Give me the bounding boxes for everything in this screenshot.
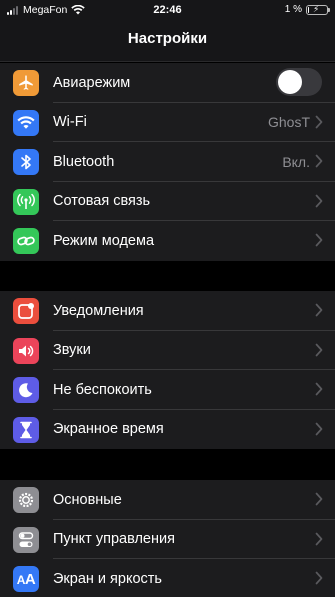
- settings-row-bluetooth[interactable]: Bluetooth Вкл.: [0, 142, 335, 182]
- settings-row-label: Экранное время: [53, 421, 164, 438]
- settings-row-label: Уведомления: [53, 302, 144, 319]
- charging-bolt-icon: ⚡: [313, 3, 320, 14]
- navigation-bar: Настройки: [0, 20, 335, 62]
- settings-row-label: Bluetooth: [53, 153, 115, 170]
- status-right: 1 % ⚡: [284, 3, 330, 15]
- text-size-icon: AA: [13, 566, 39, 592]
- gear-icon: [13, 487, 39, 513]
- chevron-right-icon: [315, 115, 323, 129]
- page-title: Настройки: [127, 30, 208, 47]
- chevron-right-icon: [315, 422, 323, 436]
- toggle-knob: [278, 70, 302, 94]
- settings-row-moon[interactable]: Не беспокоить: [0, 370, 335, 410]
- settings-row-wifi[interactable]: Wi-Fi GhosT: [0, 103, 335, 142]
- antenna-icon: [13, 188, 39, 215]
- chevron-right-icon: [315, 492, 323, 506]
- battery-percent: 1 %: [284, 4, 302, 15]
- settings-row-value: Вкл.: [282, 153, 310, 170]
- settings-row-switches[interactable]: Пункт управления: [0, 520, 335, 559]
- settings-row-label: Звуки: [53, 342, 91, 359]
- settings-row-value: GhosT: [267, 114, 310, 131]
- settings-group-1: Авиарежим Wi-Fi GhosT Bluetooth Вкл. Сотовая …: [0, 63, 335, 261]
- wifi-icon: [13, 109, 39, 136]
- settings-row-label: Пункт управления: [53, 531, 175, 548]
- settings-row-notifications[interactable]: Уведомления: [0, 291, 335, 331]
- hotspot-icon: [13, 228, 39, 254]
- battery-icon: ⚡: [306, 3, 330, 15]
- bluetooth-icon: [13, 149, 39, 175]
- settings-row-hotspot[interactable]: Режим модема: [0, 221, 335, 261]
- settings-row-text-size[interactable]: AA Экран и яркость: [0, 559, 335, 597]
- chevron-right-icon: [315, 303, 323, 317]
- chevron-right-icon: [315, 233, 323, 247]
- switches-icon: [13, 526, 39, 553]
- settings-row-airplane[interactable]: Авиарежим: [0, 63, 335, 103]
- chevron-right-icon: [315, 382, 323, 396]
- notifications-icon: [13, 298, 39, 324]
- settings-row-antenna[interactable]: Сотовая связь: [0, 182, 335, 221]
- settings-group-2: Уведомления Звуки Не беспокоить Экранное вр…: [0, 291, 335, 449]
- settings-row-label: Не беспокоить: [53, 381, 152, 398]
- chevron-right-icon: [315, 571, 323, 585]
- status-bar: MegaFon 22:46 1 % ⚡: [0, 0, 335, 20]
- hourglass-icon: [13, 416, 39, 443]
- settings-row-speaker[interactable]: Звуки: [0, 331, 335, 370]
- settings-group-3: Основные Пункт управления AA Экран и яркост…: [0, 480, 335, 597]
- settings-row-label: Режим модема: [53, 232, 155, 249]
- chevron-right-icon: [315, 532, 323, 546]
- speaker-icon: [13, 337, 39, 364]
- chevron-right-icon: [315, 194, 323, 208]
- airplane-mode-toggle[interactable]: [276, 68, 322, 96]
- chevron-right-icon: [315, 154, 323, 168]
- settings-row-label: Wi-Fi: [53, 114, 87, 131]
- settings-row-label: Экран и яркость: [53, 570, 162, 587]
- moon-icon: [13, 377, 39, 403]
- chevron-right-icon: [315, 343, 323, 357]
- settings-row-label: Авиарежим: [53, 74, 131, 91]
- settings-row-gear[interactable]: Основные: [0, 480, 335, 520]
- settings-row-hourglass[interactable]: Экранное время: [0, 410, 335, 450]
- airplane-icon: [13, 70, 39, 96]
- settings-row-label: Основные: [53, 491, 122, 508]
- settings-row-label: Сотовая связь: [53, 193, 151, 210]
